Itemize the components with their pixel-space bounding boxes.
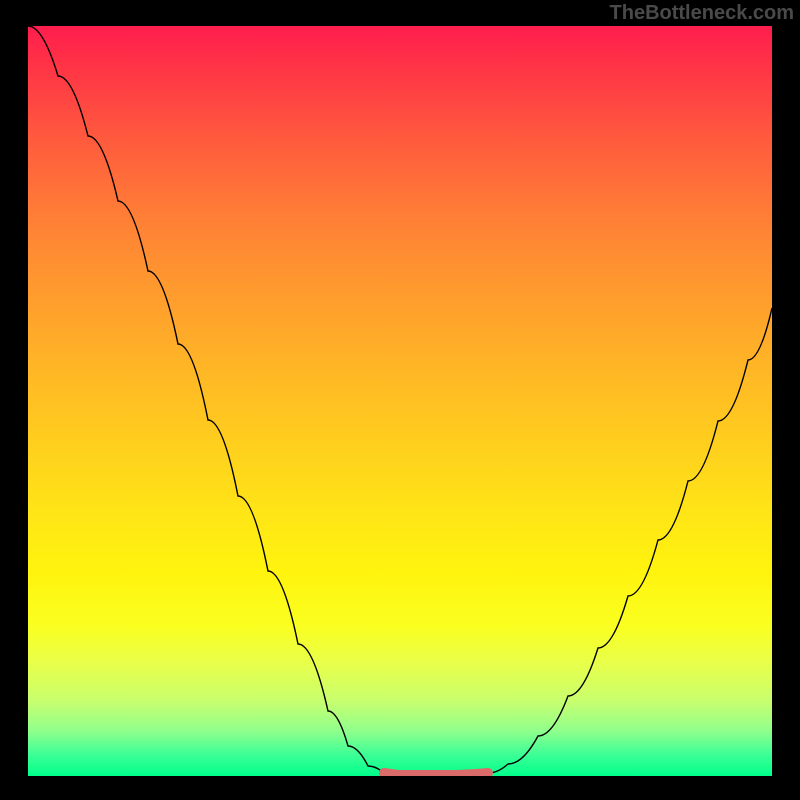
left-curve	[28, 26, 384, 773]
plot-area	[28, 26, 772, 776]
curves-svg	[28, 26, 772, 776]
right-curve	[488, 308, 772, 773]
watermark-text: TheBottleneck.com	[610, 2, 794, 25]
chart-frame: TheBottleneck.com	[0, 0, 800, 800]
flat-red-segment	[384, 773, 488, 775]
